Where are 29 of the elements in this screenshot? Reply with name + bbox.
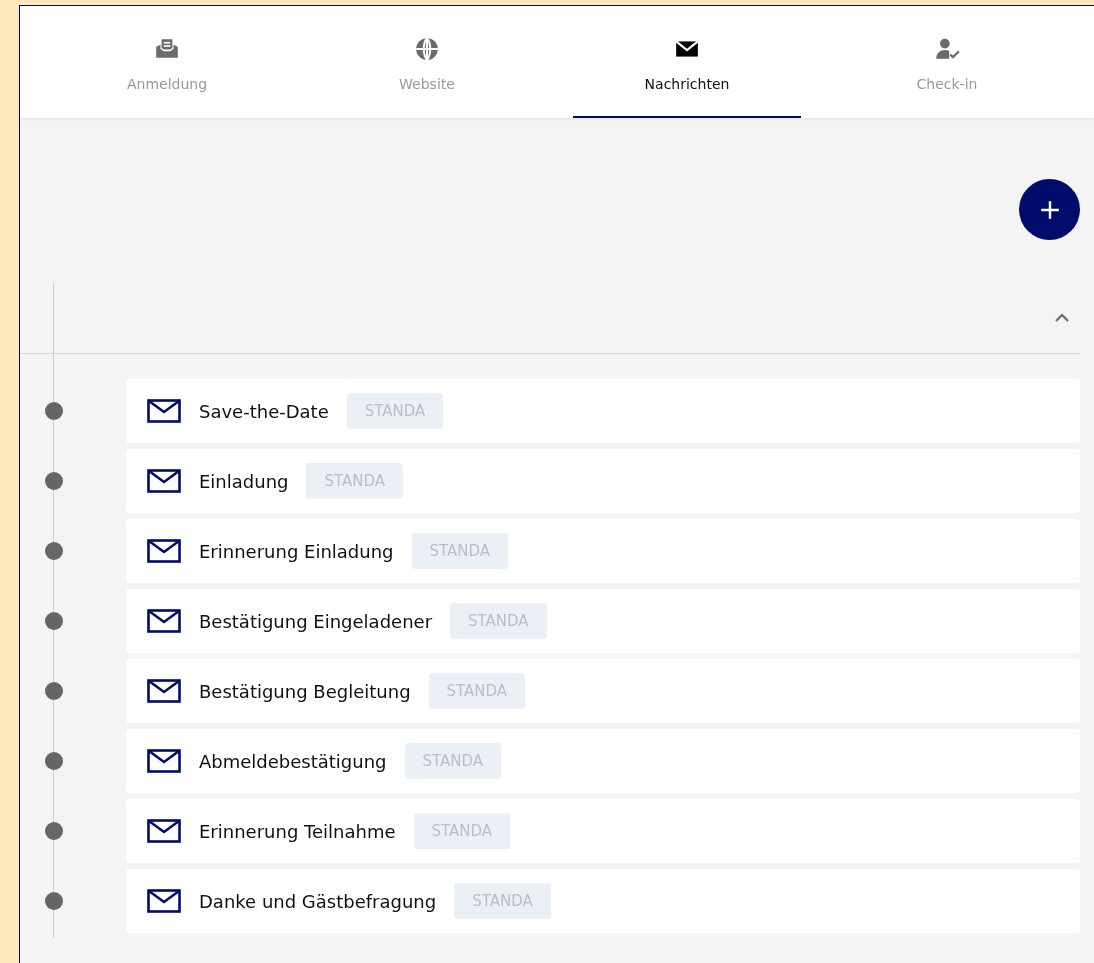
timeline-dot xyxy=(45,402,63,420)
globe-icon xyxy=(414,36,440,62)
envelope-icon xyxy=(147,679,181,703)
message-title: Erinnerung Teilnahme xyxy=(199,820,396,842)
timeline-dot xyxy=(45,822,63,840)
envelope-icon xyxy=(147,539,181,563)
message-title: Save-the-Date xyxy=(199,400,329,422)
message-title: Abmeldebestätigung xyxy=(199,750,387,772)
envelope-icon xyxy=(147,399,181,423)
envelope-icon xyxy=(147,819,181,843)
envelope-icon xyxy=(147,889,181,913)
timeline-dot xyxy=(45,752,63,770)
user-check-icon xyxy=(934,36,960,62)
envelope-icon xyxy=(147,609,181,633)
envelope-icon xyxy=(147,469,181,493)
message-title: Bestätigung Begleitung xyxy=(199,680,411,702)
timeline-dot xyxy=(45,892,63,910)
timeline-dot xyxy=(45,612,63,630)
message-title: Erinnerung Einladung xyxy=(199,540,394,562)
message-title: Danke und Gästbefragung xyxy=(199,890,437,912)
message-title: Einladung xyxy=(199,470,289,492)
message-title: Bestätigung Eingeladener xyxy=(199,610,433,632)
timeline-dot xyxy=(45,682,63,700)
plus-icon xyxy=(1038,198,1061,221)
timeline-dot xyxy=(45,542,63,560)
add-button[interactable] xyxy=(1019,179,1080,240)
tab[interactable]: Nachrichten xyxy=(573,6,801,118)
timeline-dot xyxy=(45,472,63,490)
envelope-icon xyxy=(147,749,181,773)
